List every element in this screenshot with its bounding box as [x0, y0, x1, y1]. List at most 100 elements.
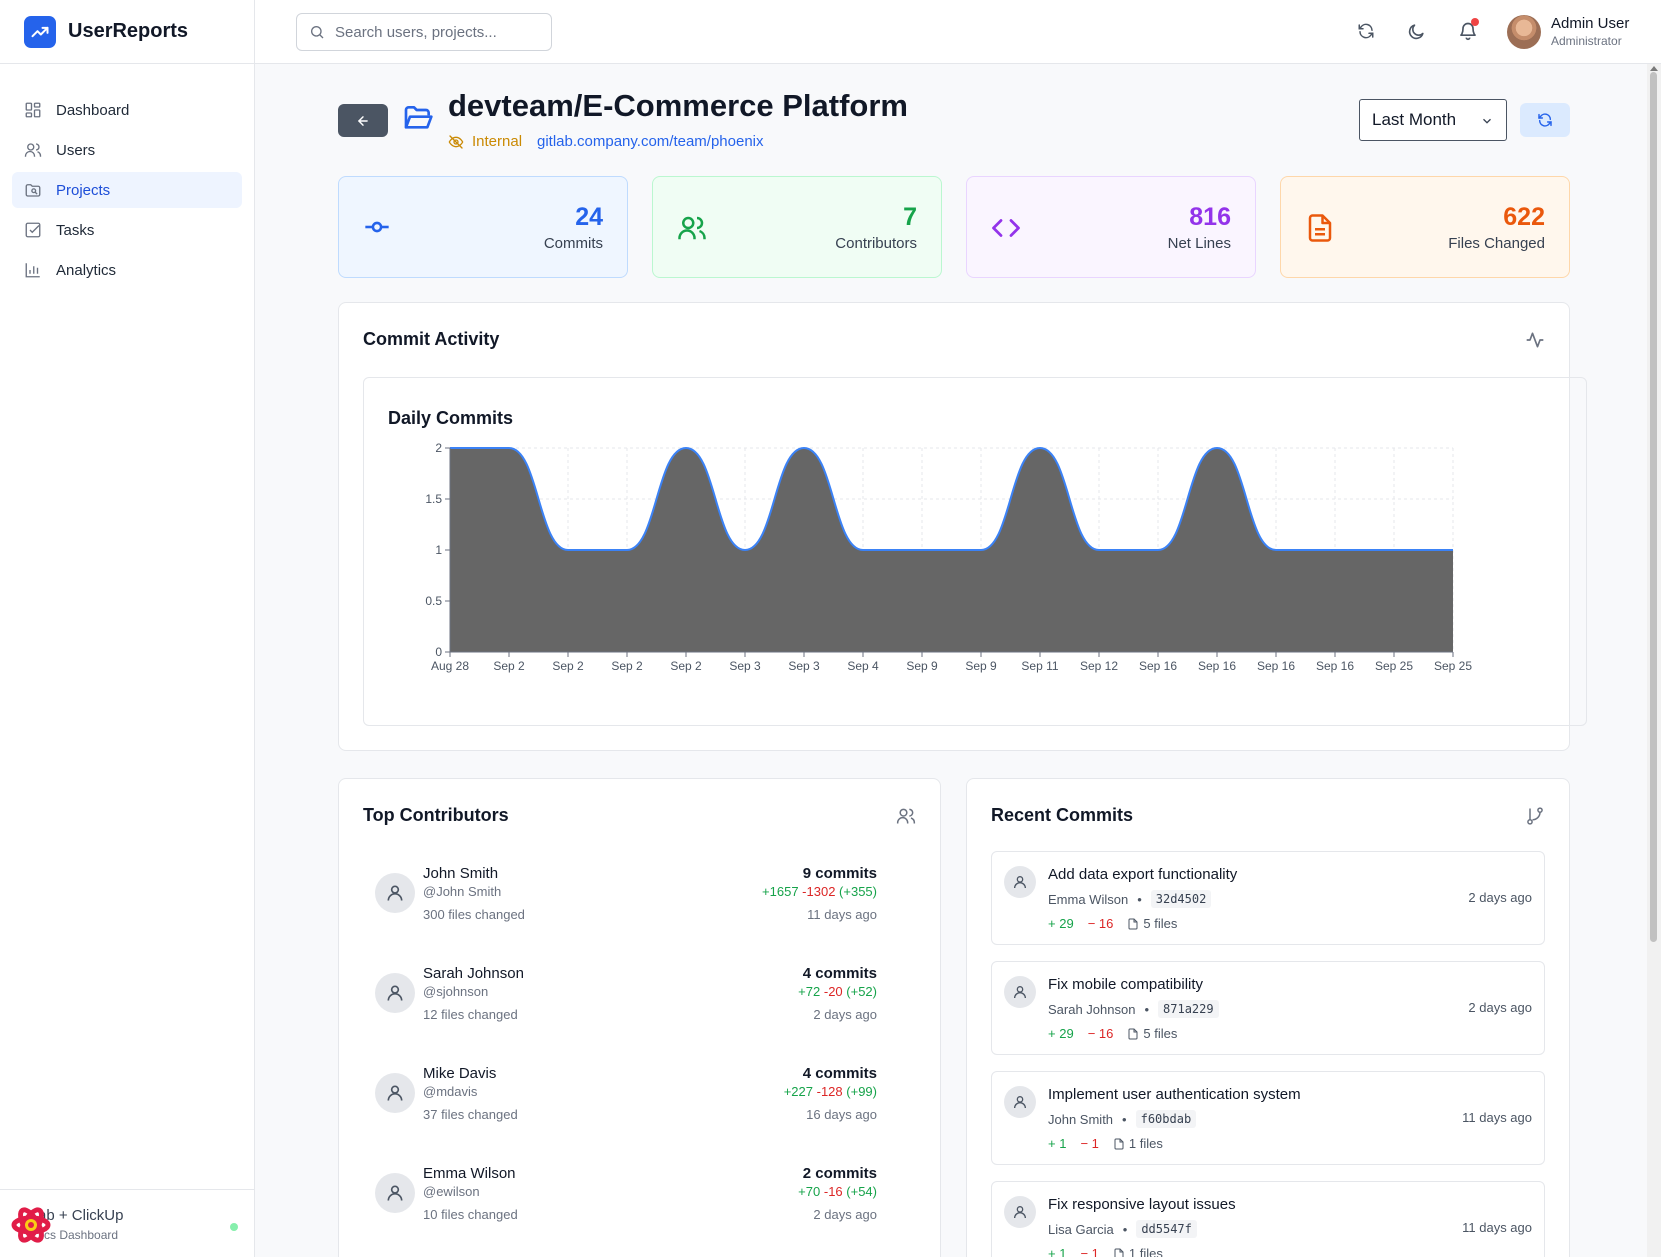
lines-net: (+52) — [846, 984, 877, 999]
users-icon — [24, 143, 42, 157]
sidebar-item-analytics[interactable]: Analytics — [12, 252, 242, 288]
status-dot — [230, 1223, 238, 1231]
project-title: devteam/E-Commerce Platform — [448, 88, 908, 123]
x-tick-label: Sep 4 — [847, 659, 879, 673]
commit-author: Sarah Johnson — [1048, 1001, 1136, 1017]
refresh-data-button[interactable] — [1520, 103, 1570, 137]
contributor-handle: @sjohnson — [423, 984, 489, 999]
commit-item[interactable]: Fix mobile compatibility Sarah Johnson • 8… — [991, 961, 1545, 1055]
commit-hash[interactable]: 871a229 — [1158, 1000, 1219, 1018]
files-label: 5 files — [1143, 1026, 1178, 1041]
commit-message: Implement user authentication system — [1048, 1086, 1301, 1103]
contributor-commits: 4 commits — [802, 965, 877, 982]
contributor-last-active: 11 days ago — [807, 907, 877, 922]
stat-value: 816 — [1189, 203, 1231, 231]
x-tick-label: Sep 3 — [729, 659, 761, 673]
x-tick-label: Sep 16 — [1198, 659, 1236, 673]
contributor-name: Sarah Johnson — [423, 965, 524, 982]
file-icon — [1128, 1028, 1138, 1039]
contributor-row[interactable]: Emma Wilson @ewilson 10 files changed 2 … — [351, 1151, 901, 1251]
contributor-row[interactable]: Mike Davis @mdavis 37 files changed 4 co… — [351, 1051, 901, 1151]
files-label: 1 files — [1128, 1246, 1163, 1257]
commit-message: Fix responsive layout issues — [1048, 1196, 1236, 1213]
sidebar-item-dashboard[interactable]: Dashboard — [12, 92, 242, 128]
contributor-lines: +1657 -1302 (+355) — [762, 884, 877, 899]
meta-separator: • — [1122, 1111, 1127, 1127]
lines-removed: -16 — [823, 1184, 843, 1199]
contributor-files: 12 files changed — [423, 1007, 518, 1022]
trending-up-icon — [24, 15, 56, 48]
file-icon — [1128, 918, 1138, 929]
commit-stats: + 29 − 16 5 files — [1048, 916, 1191, 931]
added-count: 1 — [1059, 1136, 1067, 1151]
activity-icon — [1526, 332, 1544, 348]
react-devtools-icon[interactable] — [10, 1204, 52, 1246]
x-tick-label: Sep 3 — [788, 659, 820, 673]
user-name[interactable]: Admin User — [1551, 15, 1629, 32]
commit-hash[interactable]: f60bdab — [1135, 1110, 1197, 1128]
removed-count: 1 — [1091, 1136, 1099, 1151]
commit-item[interactable]: Fix responsive layout issues Lisa Garcia… — [991, 1181, 1545, 1257]
sidebar-item-tasks[interactable]: Tasks — [12, 212, 242, 248]
contributor-row[interactable]: John Smith @John Smith 300 files changed… — [351, 851, 901, 951]
commit-time: 2 days ago — [1468, 1000, 1532, 1015]
period-select[interactable]: Last Month — [1359, 99, 1507, 141]
search-icon — [311, 26, 324, 39]
added-count: 29 — [1059, 1026, 1074, 1041]
commit-item[interactable]: Add data export functionality Emma Wilso… — [991, 851, 1545, 945]
contributor-handle: @ewilson — [423, 1184, 480, 1199]
git-branch-icon — [1527, 807, 1543, 825]
commit-hash[interactable]: 32d4502 — [1150, 890, 1212, 908]
users-icon — [896, 808, 916, 824]
sidebar-item-label: Projects — [56, 181, 111, 199]
meta-separator: • — [1122, 1221, 1128, 1237]
user-icon — [1004, 976, 1036, 1008]
x-tick-label: Aug 28 — [431, 659, 469, 673]
added-count: 1 — [1059, 1246, 1067, 1257]
x-tick-label: Sep 9 — [965, 659, 997, 673]
back-button[interactable] — [338, 104, 388, 137]
user-icon — [375, 973, 415, 1013]
contributor-last-active: 2 days ago — [813, 1007, 877, 1022]
lines-net: (+355) — [839, 884, 877, 899]
refresh-icon[interactable] — [1355, 20, 1377, 42]
sidebar-item-label: Analytics — [56, 261, 117, 279]
files-count: 5 files — [1127, 1026, 1177, 1041]
notifications-button[interactable] — [1457, 18, 1479, 42]
daily-commits-chart: Daily Commits 0 0.5 1 1.5 2 Aug 28 Sep 2 Sep 2 S… — [388, 408, 1472, 673]
y-tick-label: 1.5 — [425, 492, 442, 506]
sidebar-item-projects[interactable]: Projects — [12, 172, 242, 208]
contributor-files: 10 files changed — [423, 1207, 518, 1222]
contributor-name: Mike Davis — [423, 1065, 497, 1082]
user-icon — [375, 1173, 415, 1213]
x-tick-label: Sep 25 — [1375, 659, 1413, 673]
scroll-up-arrow[interactable] — [1650, 66, 1658, 71]
lines-net: (+54) — [846, 1184, 877, 1199]
user-avatar[interactable] — [1507, 15, 1541, 49]
sidebar-nav: Dashboard Users Projects Tasks Analytics — [0, 64, 254, 288]
lines-removed: -128 — [816, 1084, 843, 1099]
lines-added: + 29 — [1048, 916, 1074, 931]
search-box[interactable] — [296, 13, 552, 51]
scrollbar-thumb[interactable] — [1650, 72, 1657, 942]
commit-author: Lisa Garcia — [1048, 1221, 1114, 1237]
commit-hash[interactable]: dd5547f — [1136, 1220, 1197, 1238]
sidebar-item-users[interactable]: Users — [12, 132, 242, 168]
stat-value: 24 — [575, 203, 603, 231]
user-icon — [375, 1073, 415, 1113]
brand[interactable]: UserReports — [0, 0, 254, 64]
x-tick-label: Sep 16 — [1257, 659, 1295, 673]
contributor-row[interactable]: Sarah Johnson @sjohnson 12 files changed… — [351, 951, 901, 1051]
meta-separator: • — [1137, 891, 1142, 907]
lines-added: + 1 — [1048, 1136, 1067, 1151]
commit-item[interactable]: Implement user authentication system Joh… — [991, 1071, 1545, 1165]
project-url-link[interactable]: gitlab.company.com/team/phoenix — [537, 133, 764, 150]
chart-title: Daily Commits — [388, 408, 513, 428]
page-scrollbar[interactable] — [1647, 64, 1661, 1257]
search-input[interactable] — [335, 23, 535, 41]
contributor-files: 300 files changed — [423, 907, 525, 922]
user-icon — [1004, 866, 1036, 898]
commit-time: 11 days ago — [1462, 1220, 1532, 1235]
removed-count: 16 — [1098, 916, 1114, 931]
dark-mode-icon[interactable] — [1405, 20, 1427, 42]
